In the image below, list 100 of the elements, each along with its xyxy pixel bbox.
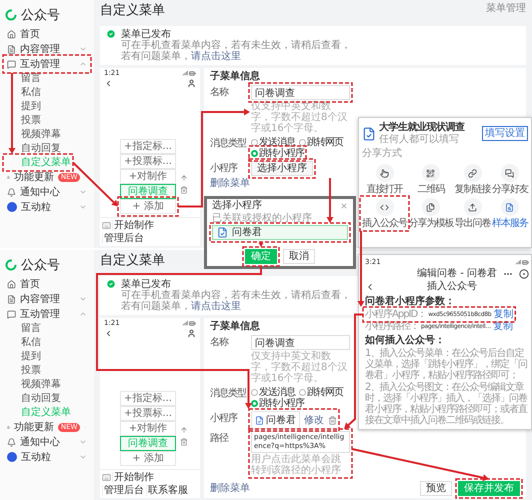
files-icon: [426, 202, 436, 212]
add-submenu-button[interactable]: + 添加: [120, 199, 176, 214]
settings-button[interactable]: 填写设置: [482, 126, 528, 141]
target-icon[interactable]: [519, 269, 529, 279]
submenu-item[interactable]: +投票标...: [120, 154, 176, 169]
arrow-up-icon[interactable]: [180, 426, 188, 434]
share-option[interactable]: 插入公众号: [362, 198, 407, 229]
check-icon: [106, 29, 116, 39]
back-icon[interactable]: [104, 79, 113, 88]
nav-subitem[interactable]: 自动回复: [5, 142, 61, 155]
share-option[interactable]: 分享为模板: [408, 198, 454, 229]
nav-subitem[interactable]: 视频弹幕: [5, 128, 61, 141]
keyboard-icon[interactable]: [102, 473, 111, 482]
menu-bar-item[interactable]: 开始制作: [112, 472, 155, 483]
notice-link[interactable]: 请点击这里: [191, 51, 241, 62]
pointer-icon: [380, 168, 389, 178]
form-title: 子菜单信息: [210, 71, 260, 83]
nav-subitem[interactable]: 自动回复: [5, 392, 61, 405]
nav-item[interactable]: 互动粒: [5, 200, 89, 214]
cancel-button[interactable]: 取消: [283, 249, 315, 264]
nav-subitem[interactable]: 私信: [5, 86, 41, 99]
nav-item[interactable]: 内容管理: [5, 292, 89, 306]
notice-text: 可在手机查看菜单内容，若有未生效，请稍后查看，若有问题菜单，请点击这里: [121, 40, 351, 62]
close-icon[interactable]: [340, 202, 348, 210]
copy-link[interactable]: 复制: [493, 321, 514, 332]
copy-link[interactable]: 复制: [493, 309, 514, 320]
trash-icon[interactable]: [180, 186, 188, 194]
avatar: [7, 202, 17, 212]
radio-option[interactable]: 跳转网页: [299, 387, 343, 398]
nav-item[interactable]: 互动管理: [5, 57, 89, 71]
nav-subitem[interactable]: 留言: [5, 72, 41, 85]
field-label: 小程序: [210, 412, 237, 424]
menu-bar-item[interactable]: 联系客服: [146, 485, 189, 496]
bell-icon: [7, 438, 16, 446]
nav-item[interactable]: 首页: [5, 27, 89, 41]
back-icon[interactable]: [104, 329, 113, 338]
nav-item[interactable]: 互动管理: [5, 307, 89, 321]
notice-link[interactable]: 请点击这里: [191, 301, 241, 312]
user-icon[interactable]: [187, 329, 196, 338]
page-title: 自定义菜单: [100, 3, 165, 18]
page-title: 自定义菜单: [100, 253, 165, 268]
preview-button[interactable]: 预览: [420, 481, 452, 496]
name-field[interactable]: 问卷调查: [251, 335, 350, 350]
nav-item[interactable]: 内容管理: [5, 42, 89, 56]
nav-subitem[interactable]: 投票: [5, 114, 41, 127]
howto-text: 2、插入公众号图文：在公众号编辑文章时，选择「小程序」插入，「选择」问卷君小程序，粘贴小程序路径即可；或者直接在文章中插入问卷二维码或链接。: [365, 382, 528, 426]
form-title: 子菜单信息: [210, 321, 260, 333]
nav-subitem[interactable]: 私信: [5, 336, 41, 349]
highlight-frame: [248, 145, 307, 162]
menu-bar-item[interactable]: 管理后台: [102, 485, 145, 496]
radio-option[interactable]: 跳转网页: [299, 137, 343, 148]
add-submenu-button[interactable]: + 添加: [120, 451, 176, 466]
section-label: 分享方式: [362, 148, 402, 159]
field-hint: 仅支持中英文和数字，字数不超过8个汉字或16个字母。: [251, 351, 348, 384]
arrow-up-icon[interactable]: [180, 174, 188, 182]
nav-item[interactable]: 互动粒: [5, 450, 89, 464]
signal-icon: [182, 70, 188, 76]
miniprogram-title: 编辑问卷 - 问卷君: [417, 268, 497, 280]
delete-link[interactable]: 删除菜单: [210, 178, 250, 189]
submenu-item[interactable]: +指定标...: [120, 391, 176, 406]
share-option[interactable]: 直接打开: [362, 164, 407, 195]
menu-bar-item[interactable]: 管理后台: [102, 233, 145, 244]
delete-link[interactable]: 删除菜单: [210, 483, 250, 494]
name-field[interactable]: 问卷调查: [251, 85, 350, 100]
highlight-frame: [2, 153, 74, 172]
edit-link[interactable]: 修改: [304, 414, 324, 426]
nav-subitem[interactable]: 视频弹幕: [5, 378, 61, 391]
share-option[interactable]: 导出问卷: [454, 198, 491, 229]
battery-icon: [189, 70, 196, 76]
share-option[interactable]: 分享好友: [492, 164, 528, 195]
highlight-frame: [242, 246, 280, 267]
share-option[interactable]: 样本服务: [492, 198, 528, 229]
submenu-item[interactable]: +对制作: [120, 421, 176, 436]
trash-icon[interactable]: [328, 416, 337, 424]
nav-item[interactable]: 首页: [5, 277, 89, 291]
nav-subitem[interactable]: 投票: [5, 364, 41, 377]
home-icon: [7, 280, 16, 288]
radio-option[interactable]: 发送消息: [251, 387, 295, 398]
submenu-item[interactable]: +投票标...: [120, 406, 176, 421]
howto-text: 1、插入公众号菜单：在公众号后台自定义菜单，选择「跳转小程序」，绑定「问卷君」小程序，粘贴小程序路径即可；: [365, 348, 528, 381]
share-option[interactable]: 复制链接: [454, 164, 491, 195]
select-button[interactable]: 选择小程序: [251, 161, 313, 176]
annotation-arrow: [326, 178, 334, 223]
menu-bar-item[interactable]: 开始制作: [112, 220, 155, 231]
submenu-item[interactable]: +指定标...: [120, 139, 176, 154]
nav-subitem[interactable]: 提到: [5, 350, 41, 363]
share-option[interactable]: 二维码: [408, 164, 454, 195]
user-icon[interactable]: [187, 79, 196, 88]
nav-item[interactable]: 通知中心: [5, 435, 89, 449]
radio-option[interactable]: 跳转小程序: [251, 148, 304, 159]
nav-subitem[interactable]: 留言: [5, 322, 41, 335]
nav-subitem[interactable]: 提到: [5, 100, 41, 113]
highlight-frame: [359, 195, 410, 232]
trash-icon[interactable]: [180, 438, 188, 446]
submenu-item[interactable]: +对制作: [120, 169, 176, 184]
miniprogram-option[interactable]: 问卷君: [212, 225, 348, 240]
battery-icon: [522, 258, 529, 266]
bell-icon: [7, 188, 16, 196]
keyboard-icon[interactable]: [102, 221, 111, 230]
nav-item[interactable]: 通知中心: [5, 185, 89, 199]
